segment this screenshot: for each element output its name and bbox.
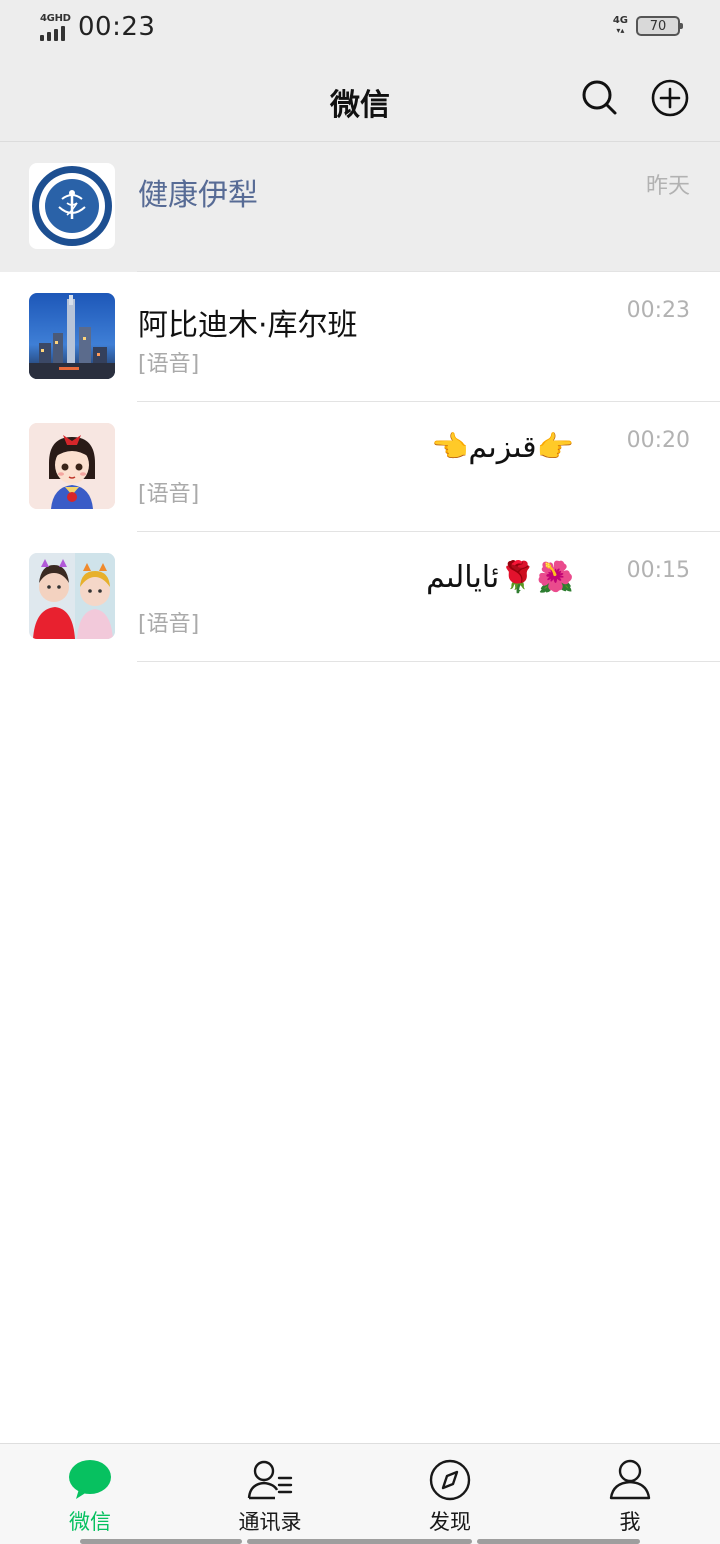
chat-name: 阿比迪木·库尔班 — [138, 308, 358, 343]
chat-item-abidimu[interactable]: 阿比迪木·库尔班 00:23 [语音] — [0, 272, 720, 402]
tab-bar: 微信 通讯录 发现 我 — [0, 1443, 720, 1544]
chat-name: 🌺🌹ئايالىم — [426, 560, 574, 595]
chat-item-ayalim[interactable]: 🌺🌹ئايالىم 00:15 [语音] — [0, 532, 720, 662]
avatar — [29, 553, 115, 639]
status-time: 00:23 — [78, 12, 156, 42]
tab-contacts[interactable]: 通讯录 — [180, 1444, 360, 1544]
tab-me[interactable]: 我 — [540, 1444, 720, 1544]
person-icon — [609, 1459, 651, 1500]
chat-name: 👉قىزىم👈 — [431, 430, 574, 465]
battery-level: 70 — [649, 18, 667, 34]
avatar — [29, 163, 115, 249]
selfie-photo-image — [29, 553, 115, 639]
chat-time: 00:23 — [626, 298, 690, 323]
tab-chats[interactable]: 微信 — [0, 1444, 180, 1544]
avatar — [29, 423, 115, 509]
battery-icon: 70 — [636, 16, 683, 36]
tab-label: 发现 — [429, 1510, 471, 1534]
chat-name: 健康伊犁 — [138, 178, 258, 213]
chat-time: 00:15 — [626, 558, 690, 583]
chat-time: 昨天 — [645, 174, 690, 199]
chat-item-health-yili[interactable]: 健康伊犁 昨天 — [0, 142, 720, 272]
data-network-label: 4G — [612, 15, 628, 26]
add-circle-icon[interactable] — [650, 78, 690, 118]
seal-logo-icon — [32, 166, 112, 246]
network-label: 4GHD — [40, 13, 71, 24]
tab-label: 通讯录 — [238, 1510, 302, 1534]
chat-preview: [语音] — [138, 612, 200, 637]
wechat-screen: 4GHD 00:23 4G ▾▴ 70 微信 健康伊犁 昨天 阿比迪木·库尔班 … — [0, 0, 720, 1544]
gesture-bar — [0, 1538, 720, 1544]
status-right: 4G ▾▴ 70 — [612, 15, 683, 36]
nav-bar: 微信 — [0, 58, 720, 142]
chat-preview: [语音] — [138, 352, 200, 377]
city-skyline-image — [29, 293, 115, 379]
status-left: 4GHD 00:23 — [40, 12, 155, 42]
chat-bubble-icon — [69, 1460, 111, 1499]
tab-label: 微信 — [69, 1510, 111, 1534]
avatar — [29, 293, 115, 379]
divider — [137, 661, 720, 662]
contacts-icon — [247, 1460, 293, 1500]
signal-icon: 4GHD — [40, 13, 72, 41]
compass-icon — [429, 1459, 471, 1501]
search-icon[interactable] — [580, 78, 620, 118]
cartoon-girl-image — [29, 423, 115, 509]
chat-time: 00:20 — [626, 428, 690, 453]
chat-preview: [语音] — [138, 482, 200, 507]
tab-discover[interactable]: 发现 — [360, 1444, 540, 1544]
status-bar: 4GHD 00:23 4G ▾▴ 70 — [0, 0, 720, 58]
data-network-icon: 4G ▾▴ — [612, 15, 628, 36]
tab-label: 我 — [619, 1510, 641, 1534]
chat-list: 健康伊犁 昨天 阿比迪木·库尔班 00:23 [语音] 👉قىزىم👈 00:2… — [0, 142, 720, 662]
chat-item-qizim[interactable]: 👉قىزىم👈 00:20 [语音] — [0, 402, 720, 532]
